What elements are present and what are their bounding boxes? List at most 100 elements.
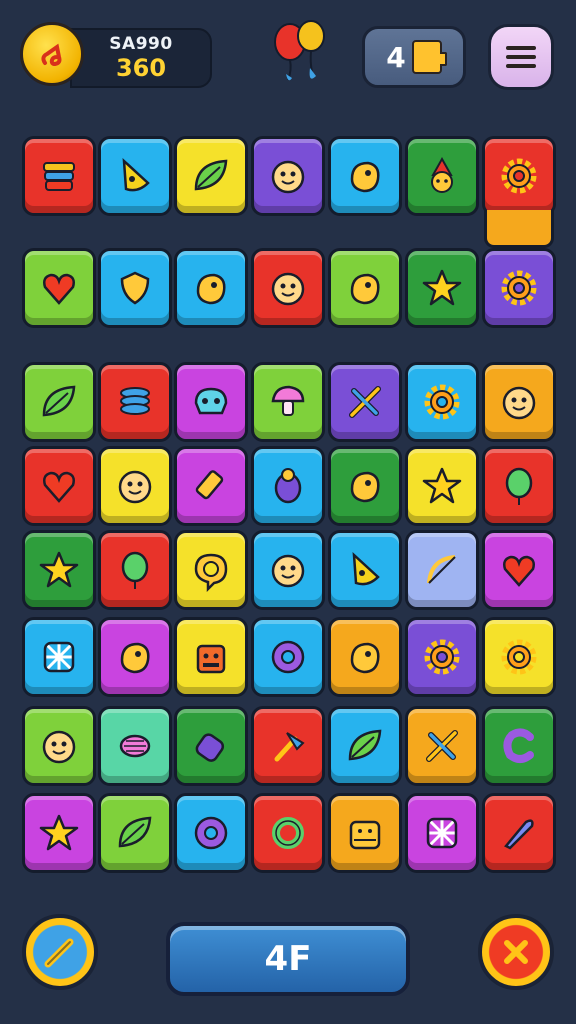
tile-coil[interactable] [98,362,172,442]
menu-button[interactable] [488,24,554,90]
pink-face-icon [118,470,152,504]
tile-splat[interactable] [174,248,248,328]
tile-heart[interactable] [22,446,96,526]
tile-beetle[interactable] [251,446,325,526]
crossed-tools-icon [426,730,458,762]
tile-potion[interactable] [174,706,248,786]
tile-smiley-face[interactable] [251,248,325,328]
tile-letter-c[interactable] [482,706,556,786]
beetle-icon [274,468,302,504]
tile-cheese-wedge[interactable] [328,530,402,610]
lives-counter: 4 [362,26,466,88]
candy-icon [119,734,151,758]
close-button[interactable] [478,914,554,990]
gear-icon [501,158,537,194]
center-action-button[interactable]: 4F [166,922,410,996]
tile-green-ring[interactable] [251,793,325,873]
red-blob-face-icon [42,730,76,764]
lime-icon [350,273,380,305]
tile-orange-fruit[interactable] [98,617,172,697]
treasure-chest-icon [349,820,381,850]
tile-gear[interactable] [405,617,479,697]
music-note-icon [41,43,62,67]
tile-bow-arrow[interactable] [405,530,479,610]
heart-icon [503,555,535,587]
center-button-label: 4F [264,939,312,979]
heart-icon [43,273,75,305]
tile-balloon[interactable] [482,446,556,526]
coil-icon [120,387,150,415]
tile-gear[interactable] [482,248,556,328]
tile-cheese-wedge[interactable] [98,136,172,216]
tile-crayon[interactable] [174,446,248,526]
tile-cute-face[interactable] [482,362,556,442]
bow-arrow-icon [427,555,456,584]
tile-star[interactable] [22,793,96,873]
tile-heart[interactable] [22,248,96,328]
tile-shield[interactable] [98,248,172,328]
crossed-tools-icon [349,386,381,418]
pencil-button[interactable] [22,914,98,990]
tile-purple-leaf[interactable] [98,793,172,873]
tile-eye-bug[interactable] [328,446,402,526]
tile-balloon[interactable] [98,530,172,610]
pencil-icon [44,938,74,968]
cute-face-icon [502,386,536,420]
tile-robot[interactable] [174,617,248,697]
tile-gear[interactable] [482,617,556,697]
tile-candy[interactable] [98,706,172,786]
tile-treasure-chest[interactable] [328,793,402,873]
score-value: 360 [115,54,167,82]
knot-icon [426,817,458,849]
tile-red-blob-face[interactable] [22,706,96,786]
balloon-icon [505,467,533,505]
purple-leaf-icon [118,816,152,848]
tile-rocket[interactable] [482,793,556,873]
tile-speech-bubble[interactable] [174,530,248,610]
splat-icon [196,273,226,305]
tile-stacked-cups[interactable] [22,136,96,216]
tile-penguin[interactable] [251,530,325,610]
tile-feather[interactable] [328,706,402,786]
tile-knot[interactable] [405,793,479,873]
tile-purple-flower[interactable] [251,617,325,697]
tile-purple-leaf[interactable] [22,362,96,442]
tile-star[interactable] [405,446,479,526]
tile-star[interactable] [22,530,96,610]
tile-lemon[interactable] [328,136,402,216]
tile-heart[interactable] [482,530,556,610]
tile-skull[interactable] [174,362,248,442]
green-ring-icon [272,817,304,849]
rocket-icon [504,819,534,850]
shield-icon [120,271,150,305]
tile-mushroom[interactable] [251,362,325,442]
tile-knot[interactable] [22,617,96,697]
leaf-icon [194,159,228,191]
orange-fruit-icon [120,642,150,674]
tile-gear[interactable] [482,136,556,216]
purple-flower-icon [194,816,228,850]
tile-lime[interactable] [328,248,402,328]
crayon-icon [195,470,224,500]
tile-crossed-tools[interactable] [328,362,402,442]
tile-crossed-tools[interactable] [405,706,479,786]
coin-icon-front [20,22,84,86]
purple-monster-icon [271,160,305,194]
potion-icon [195,733,225,762]
score-panel: SA990 360 [70,28,212,88]
tile-star[interactable] [405,248,479,328]
tile-lemon[interactable] [328,617,402,697]
hamburger-icon-line [506,55,536,59]
tile-purple-monster[interactable] [251,136,325,216]
smiley-face-icon [271,272,305,306]
tile-pink-face[interactable] [98,446,172,526]
tile-gnome[interactable] [405,136,479,216]
tile-hammer[interactable] [251,706,325,786]
tile-extension [484,210,554,248]
tile-gear[interactable] [405,362,479,442]
mushroom-icon [271,385,305,416]
lives-value: 4 [386,40,406,74]
tile-purple-flower[interactable] [174,793,248,873]
tile-leaf[interactable] [174,136,248,216]
skull-icon [194,387,228,415]
